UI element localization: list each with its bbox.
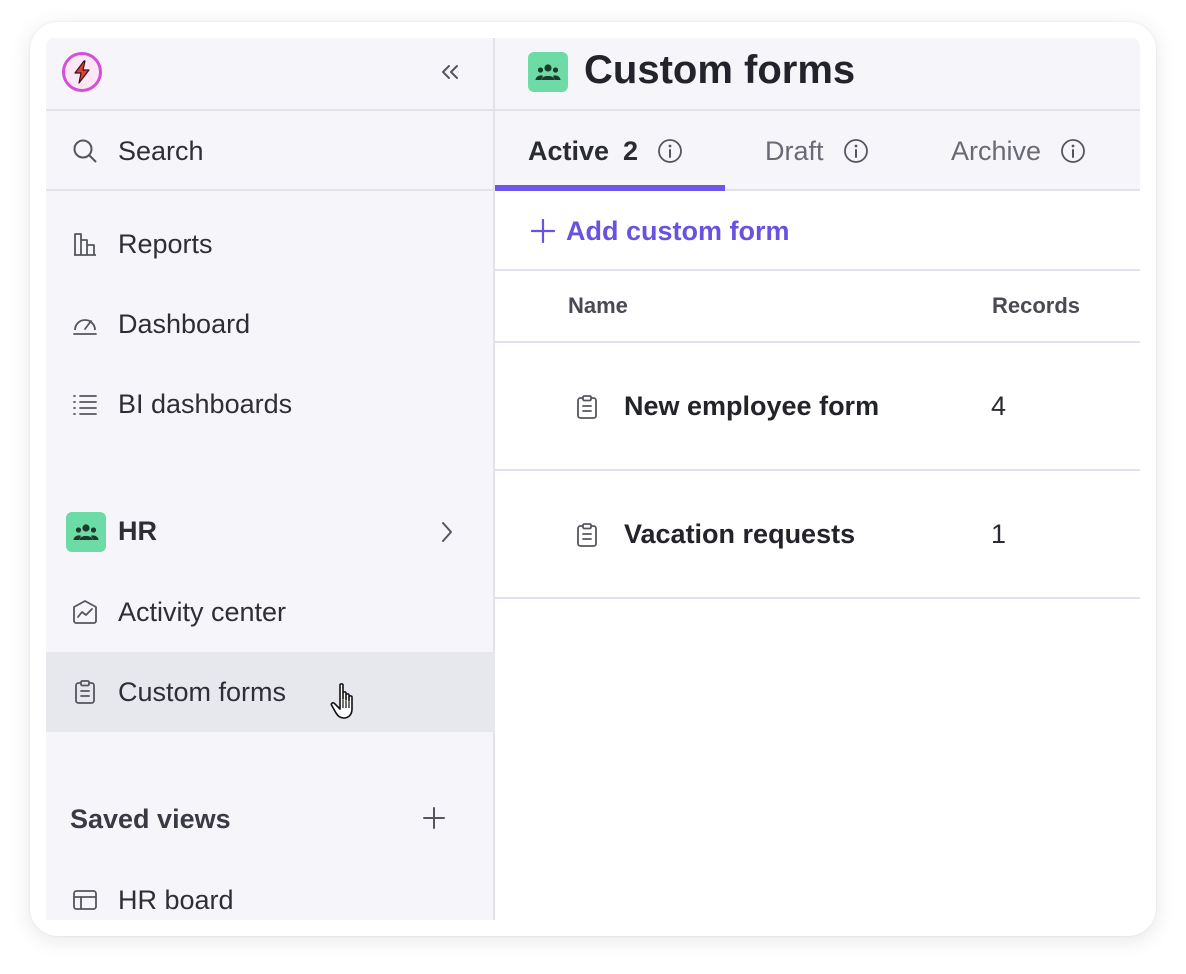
people-icon	[528, 52, 568, 92]
app-frame: Search Reports Dashboard BI dashboards H…	[46, 38, 1140, 920]
tab-active[interactable]: Active 2	[528, 111, 684, 191]
form-name[interactable]: New employee form	[624, 391, 879, 422]
add-row: Add custom form	[495, 191, 1140, 271]
form-records: 1	[991, 519, 1007, 549]
column-header-records[interactable]: Records	[992, 293, 1080, 319]
info-icon[interactable]	[842, 137, 870, 165]
sidebar-search[interactable]: Search	[46, 111, 495, 191]
saved-view-hr-board[interactable]: HR board	[46, 860, 495, 920]
sidebar-item-label: Activity center	[118, 597, 287, 627]
plus-icon	[423, 807, 445, 829]
info-icon[interactable]	[656, 137, 684, 165]
app-logo[interactable]	[62, 52, 102, 92]
table-row[interactable]: Vacation requests 1	[495, 471, 1140, 599]
sidebar-workspace-hr[interactable]: HR	[46, 492, 495, 572]
add-custom-form-label: Add custom form	[566, 215, 790, 246]
people-icon	[66, 512, 106, 552]
page-title: Custom forms	[584, 48, 856, 92]
saved-views-header: Saved views	[46, 780, 495, 860]
gauge-icon	[72, 311, 98, 337]
sidebar-item-label: BI dashboards	[118, 389, 293, 419]
tab-count: 2	[623, 135, 639, 166]
clipboard-icon	[573, 521, 601, 549]
search-icon	[72, 138, 98, 164]
sidebar-item-custom-forms[interactable]: Custom forms	[46, 652, 495, 732]
sidebar-header	[46, 38, 495, 111]
add-saved-view-button[interactable]	[418, 802, 450, 834]
tab-label: Draft	[765, 135, 824, 166]
table-header: Name Records	[495, 271, 1140, 343]
collapse-sidebar-button[interactable]	[434, 58, 466, 86]
sidebar: Search Reports Dashboard BI dashboards H…	[46, 38, 495, 920]
table-icon	[72, 887, 98, 913]
double-chevron-left-icon	[442, 65, 458, 79]
plus-icon	[530, 218, 556, 244]
search-label: Search	[118, 136, 204, 166]
workspace-label: HR	[118, 516, 157, 546]
tab-label: Active	[528, 135, 610, 166]
sidebar-item-dashboard[interactable]: Dashboard	[46, 284, 495, 364]
sidebar-item-bi-dashboards[interactable]: BI dashboards	[46, 364, 495, 444]
add-custom-form-button[interactable]: Add custom form	[530, 213, 790, 249]
chevron-right-icon[interactable]	[434, 518, 460, 546]
tab-bar: Active 2 Draft Archive	[495, 111, 1140, 191]
column-header-name[interactable]: Name	[568, 293, 628, 319]
lightning-icon	[74, 60, 90, 84]
sidebar-item-label: Custom forms	[118, 677, 287, 707]
form-name[interactable]: Vacation requests	[624, 519, 855, 550]
sidebar-item-reports[interactable]: Reports	[46, 204, 495, 284]
tab-draft[interactable]: Draft	[765, 111, 870, 191]
bar-chart-icon	[72, 231, 98, 257]
saved-views-heading: Saved views	[70, 804, 231, 834]
saved-view-label: HR board	[118, 885, 234, 915]
page-header: Custom forms	[495, 38, 1140, 111]
list-icon	[72, 391, 98, 417]
clipboard-icon	[573, 393, 601, 421]
tab-archive[interactable]: Archive	[951, 111, 1087, 191]
sidebar-item-activity-center[interactable]: Activity center	[46, 572, 495, 652]
main-panel: Custom forms Active 2 Draft Archive Add …	[495, 38, 1140, 920]
hand-cursor-icon	[330, 682, 364, 722]
info-icon[interactable]	[1059, 137, 1087, 165]
clipboard-icon	[72, 679, 98, 705]
activity-icon	[72, 599, 98, 625]
sidebar-item-label: Reports	[118, 229, 213, 259]
sidebar-item-label: Dashboard	[118, 309, 251, 339]
tab-label: Archive	[951, 135, 1042, 166]
table-row[interactable]: New employee form 4	[495, 343, 1140, 471]
form-records: 4	[991, 391, 1007, 421]
